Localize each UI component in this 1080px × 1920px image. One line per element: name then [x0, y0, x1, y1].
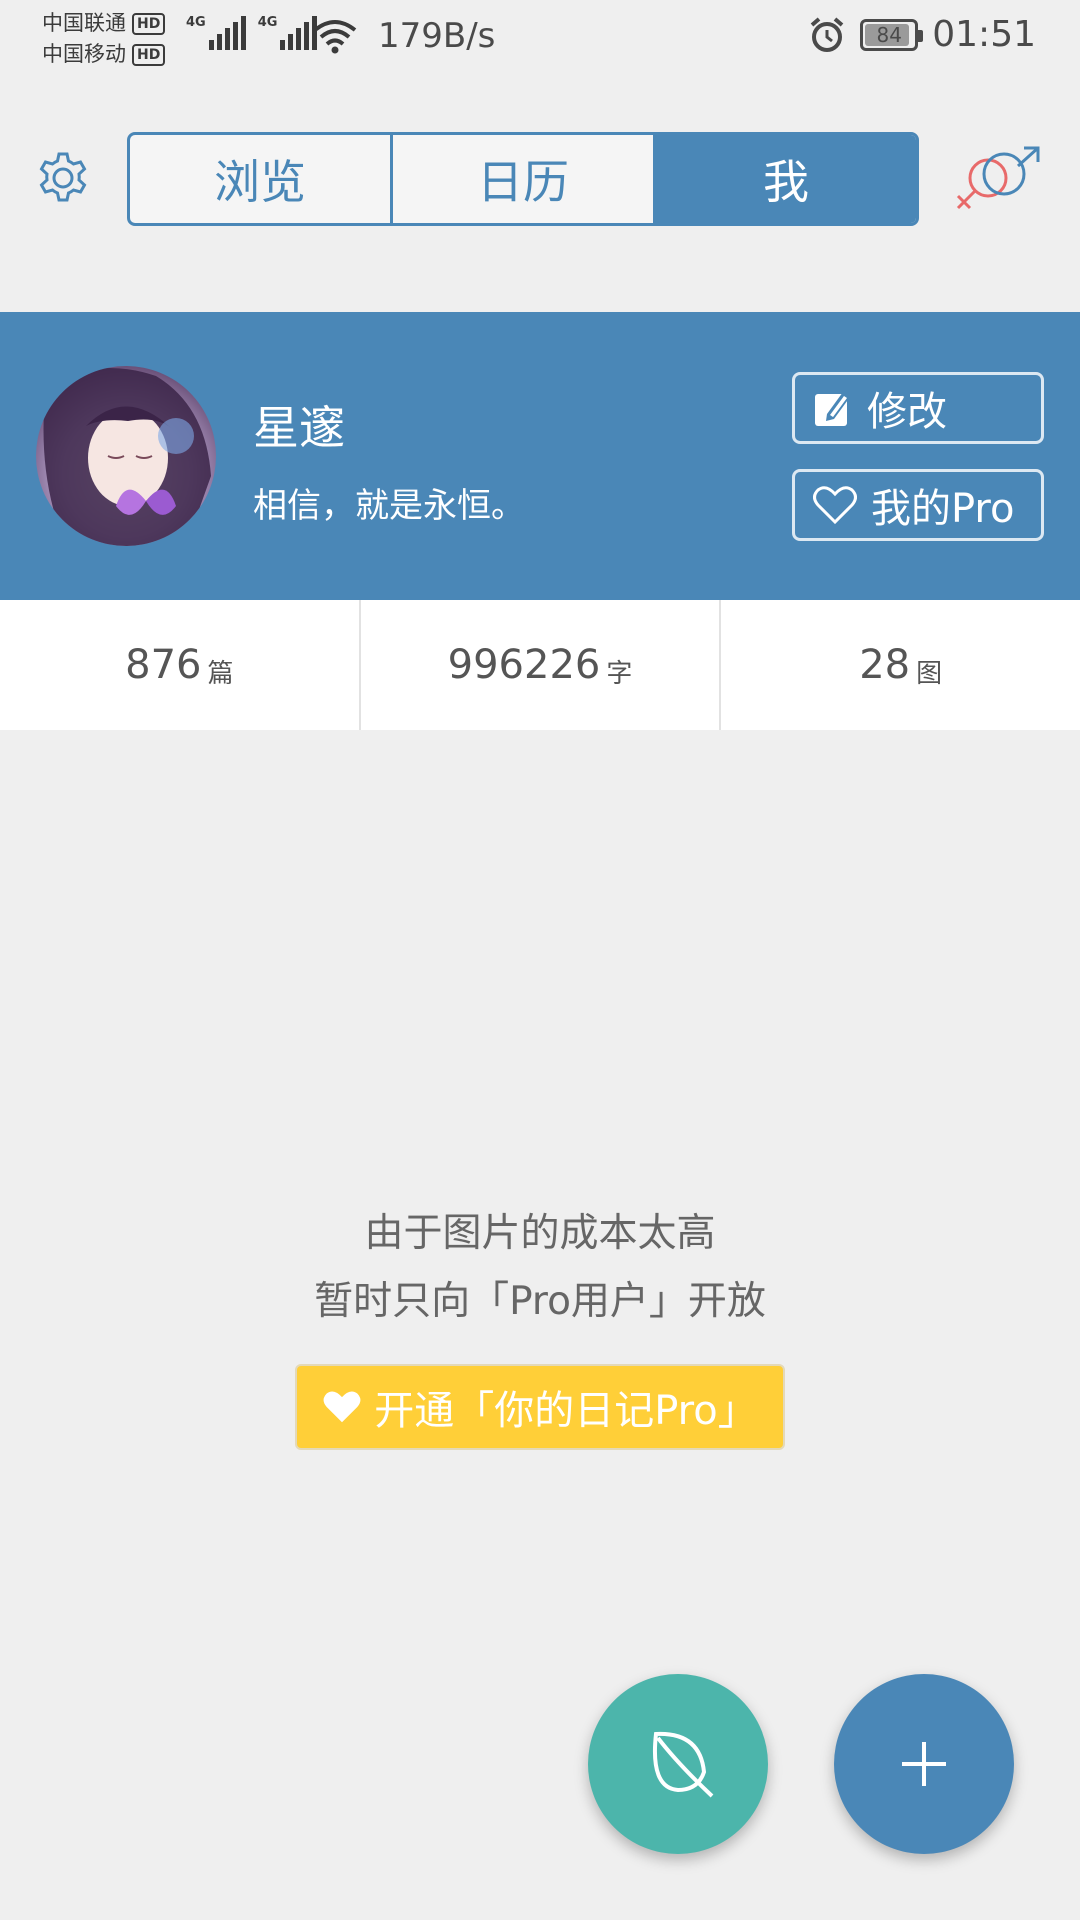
- my-pro-button[interactable]: 我的Pro: [792, 469, 1044, 541]
- add-entry-button[interactable]: [834, 1674, 1014, 1854]
- status-right: 84 01:51: [808, 14, 1036, 55]
- signal-indicators: 4G 4G: [186, 15, 318, 50]
- battery-level: 84: [876, 22, 902, 47]
- tab-browse[interactable]: 浏览: [130, 135, 390, 223]
- stat-unit: 图: [916, 658, 943, 689]
- gender-symbol-icon[interactable]: [950, 144, 1046, 216]
- heart-icon: [323, 1391, 361, 1423]
- clock: 01:51: [932, 14, 1036, 55]
- gear-icon[interactable]: [33, 148, 93, 208]
- stat-images: 28 图: [719, 600, 1080, 730]
- motto: 相信，就是永恒。: [253, 486, 525, 526]
- hd-badge-2: HD: [132, 43, 166, 66]
- alarm-icon: [810, 16, 844, 52]
- plus-icon: [902, 1742, 946, 1786]
- stat-value: 28: [859, 642, 911, 688]
- leaf-fab-button[interactable]: [588, 1674, 768, 1854]
- stat-unit: 篇: [207, 658, 234, 689]
- edit-icon: [815, 392, 850, 426]
- battery-icon: 84: [860, 18, 924, 51]
- tab-me[interactable]: 我: [653, 135, 916, 223]
- stats-bar: 876 篇 996226 字 28 图: [0, 600, 1080, 730]
- stat-unit: 字: [606, 658, 633, 689]
- tab-calendar[interactable]: 日历: [390, 135, 653, 223]
- open-pro-label: 开通「你的日记Pro」: [374, 1388, 758, 1434]
- edit-profile-button[interactable]: 修改: [792, 372, 1044, 444]
- net-speed: 179B/s: [378, 16, 496, 56]
- edit-label: 修改: [867, 389, 947, 435]
- status-bar: 中国联通 HD 中国移动 HD 4G 4G 179B/s 84 01:51: [0, 0, 1080, 82]
- carrier-2: 中国移动: [42, 42, 126, 66]
- carrier-1: 中国联通: [42, 11, 126, 35]
- top-nav: 浏览 日历 我: [0, 130, 1080, 226]
- profile-card: 星邃 相信，就是永恒。 修改 我的Pro: [0, 312, 1080, 600]
- stat-value: 996226: [447, 642, 601, 688]
- username: 星邃: [253, 401, 345, 455]
- leaf-icon: [653, 1731, 714, 1798]
- hd-badge-1: HD: [132, 12, 166, 35]
- notice-line-1: 由于图片的成本太高: [364, 1211, 716, 1256]
- stat-value: 876: [125, 642, 202, 688]
- signal-icon: 4G: [258, 15, 318, 50]
- stat-words: 996226 字: [358, 600, 720, 730]
- stat-entries: 876 篇: [0, 600, 359, 730]
- heart-icon: [813, 486, 857, 525]
- carrier-info: 中国联通 HD 中国移动 HD: [42, 8, 166, 70]
- wifi-icon: [313, 20, 357, 54]
- view-tabs: 浏览 日历 我: [127, 132, 919, 226]
- open-pro-button[interactable]: 开通「你的日记Pro」: [295, 1364, 785, 1450]
- avatar[interactable]: [36, 366, 216, 546]
- signal-icon: 4G: [186, 15, 246, 50]
- pro-label: 我的Pro: [871, 486, 1015, 532]
- notice-line-2: 暂时只向「Pro用户」开放: [314, 1279, 766, 1324]
- pro-notice: 由于图片的成本太高 暂时只向「Pro用户」开放: [0, 1200, 1080, 1336]
